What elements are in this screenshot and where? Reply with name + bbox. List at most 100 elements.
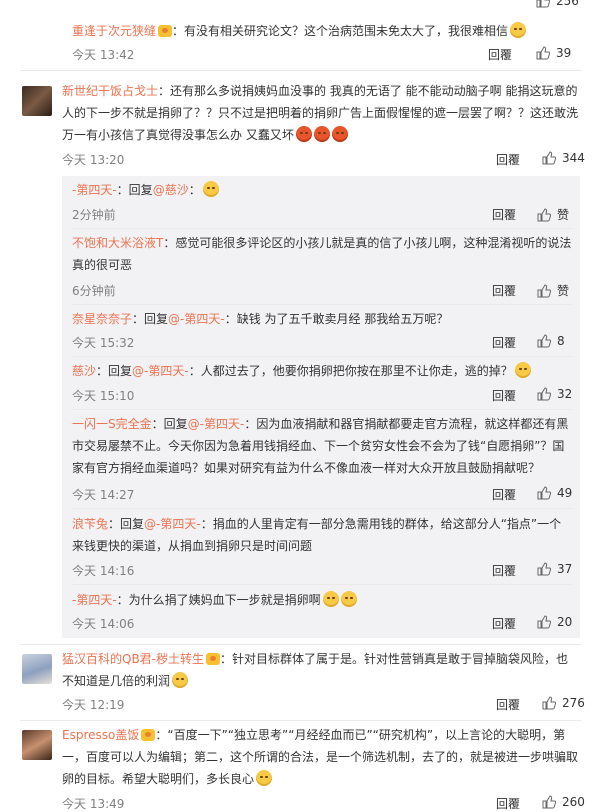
sub-reply-1: -第四天-：回复@慈沙：	[72, 179, 572, 201]
divider	[20, 70, 582, 71]
angry-emoji-icon	[313, 126, 330, 142]
thumbs-up-icon	[542, 696, 556, 710]
sub-reply-author[interactable]: 浪苄兔	[72, 517, 108, 531]
comment-time: 今天 13:20	[62, 153, 125, 167]
comment-3: 猛汉百科的QB君-秽土转生 ：针对目标群体了属于是。针对性营销真是敢于冒掉脑袋风险…	[62, 648, 580, 692]
sub-reply-author[interactable]: 不饱和大米浴液T	[72, 236, 163, 250]
like-button[interactable]: 赞	[537, 282, 569, 299]
sub-reply-time: 今天 15:32	[72, 336, 135, 350]
comment-2: 新世纪干饭占戈士：还有那么多说捐姨妈血没事的 我真的无语了 能不能动动脑子啊 能…	[62, 80, 584, 146]
avatar[interactable]	[22, 86, 52, 116]
emoji-icon	[510, 22, 527, 38]
vip-badge-icon	[158, 25, 173, 37]
like-button[interactable]: 赞	[537, 206, 569, 223]
sub-reply-time: 6分钟前	[72, 284, 116, 298]
sub-reply-4: 慈沙：回复@-第四天-：人都过去了，他要你捐卵把你按在那里不让你走，逃的掉？	[72, 360, 572, 382]
comment-text: ：有没有相关研究论文？这个治病范围未免太大了，我很难相信	[172, 24, 509, 38]
like-button[interactable]: 8	[537, 334, 565, 348]
thumbs-up-icon	[542, 151, 556, 165]
divider	[20, 644, 582, 645]
mention-link[interactable]: @-第四天-	[144, 517, 201, 531]
thumbs-up-icon	[537, 486, 551, 500]
like-button[interactable]: 276	[542, 696, 585, 710]
like-button[interactable]: 344	[542, 151, 585, 165]
reply-button[interactable]: 回覆	[492, 334, 516, 351]
comment-time: 今天 13:49	[62, 797, 125, 811]
avatar[interactable]	[22, 654, 52, 684]
comment-time: 今天 13:42	[72, 48, 135, 62]
thumbs-up-icon	[537, 387, 551, 401]
divider	[72, 584, 572, 585]
emoji-icon	[340, 591, 357, 607]
emoji-icon	[256, 770, 273, 786]
comment-4: Espresso盖饭 ：“百度一下”“独立思考”“月经经血而已”“研究机构”，以上…	[62, 724, 580, 790]
divider	[72, 356, 572, 357]
sub-reply-3: 奈星奈奈子：回复@-第四天-：缺钱 为了五千敢卖月经 那我给五万呢？	[72, 312, 449, 326]
like-button[interactable]: 49	[537, 486, 572, 500]
divider	[72, 409, 572, 410]
reply-button[interactable]: 回覆	[492, 206, 516, 223]
angry-emoji-icon	[331, 126, 348, 142]
sub-reply-time: 2分钟前	[72, 208, 116, 222]
sub-reply-author[interactable]: 慈沙	[72, 364, 96, 378]
sub-reply-author[interactable]: -第四天-	[72, 593, 117, 607]
sub-reply-author[interactable]: -第四天-	[72, 183, 117, 197]
sub-reply-time: 今天 14:06	[72, 617, 135, 631]
comment-text: ：“百度一下”“独立思考”“月经经血而已”“研究机构”，以上言论的大聪明，第一，…	[62, 728, 579, 786]
divider	[72, 508, 572, 509]
mention-link[interactable]: @-第四天-	[188, 417, 245, 431]
divider	[20, 720, 582, 721]
thumbs-up-icon	[537, 283, 551, 297]
emoji-icon	[514, 362, 531, 378]
sub-reply-author[interactable]: 一闪一S完全金	[72, 417, 152, 431]
reply-button[interactable]: 回覆	[492, 486, 516, 503]
mention-link[interactable]: @慈沙	[153, 183, 189, 197]
emoji-icon	[322, 591, 339, 607]
thumbs-up-icon	[542, 795, 556, 809]
emoji-icon	[202, 181, 219, 197]
reply-button[interactable]: 回覆	[488, 46, 512, 63]
mention-link[interactable]: @-第四天-	[168, 312, 225, 326]
sub-reply-time: 今天 14:16	[72, 564, 135, 578]
thumbs-up-icon	[536, 46, 550, 60]
vip-badge-icon	[206, 653, 221, 665]
reply-button[interactable]: 回覆	[492, 562, 516, 579]
like-button[interactable]: 260	[542, 795, 585, 809]
thumbs-up-icon	[536, 0, 550, 8]
thumbs-up-icon	[537, 207, 551, 221]
like-count-top[interactable]: 256	[536, 0, 579, 8]
sub-reply-time: 今天 14:27	[72, 488, 135, 502]
comment-1: 重逢于次元狭缝 ：有没有相关研究论文？这个治病范围未免太大了，我很难相信	[72, 20, 572, 42]
reply-button[interactable]: 回覆	[496, 151, 520, 168]
reply-button[interactable]: 回覆	[496, 696, 520, 713]
like-button[interactable]: 20	[537, 615, 572, 629]
thumbs-up-icon	[537, 615, 551, 629]
divider	[72, 228, 572, 229]
sub-reply-author[interactable]: 奈星奈奈子	[72, 312, 132, 326]
avatar[interactable]	[22, 730, 52, 760]
mention-link[interactable]: @-第四天-	[132, 364, 189, 378]
comment-author[interactable]: 重逢于次元狭缝	[72, 24, 156, 38]
reply-button[interactable]: 回覆	[492, 615, 516, 632]
divider	[72, 304, 572, 305]
comment-author[interactable]: Espresso盖饭	[62, 728, 139, 742]
thumbs-up-icon	[537, 334, 551, 348]
comment-time: 今天 12:19	[62, 698, 125, 712]
sub-reply-5: 一闪一S完全金：回复@-第四天-：因为血液捐献和器官捐献都要走官方流程，就这样都…	[72, 417, 569, 475]
sub-reply-2: 不饱和大米浴液T：感觉可能很多评论区的小孩儿就是真的信了小孩儿啊，这种混淆视听的…	[72, 236, 572, 272]
like-button[interactable]: 39	[536, 46, 571, 60]
like-button[interactable]: 37	[537, 562, 572, 576]
comment-author[interactable]: 猛汉百科的QB君-秽土转生	[62, 652, 204, 666]
reply-button[interactable]: 回覆	[496, 795, 520, 812]
like-button[interactable]: 32	[537, 387, 572, 401]
comment-author[interactable]: 新世纪干饭占戈士	[62, 84, 158, 98]
sub-reply-6: 浪苄兔：回复@-第四天-：捐血的人里肯定有一部分急需用钱的群体，给这部分人“指点…	[72, 517, 562, 553]
sub-reply-7: -第四天-：为什么捐了姨妈血下一步就是捐卵啊	[72, 589, 572, 611]
reply-button[interactable]: 回覆	[492, 282, 516, 299]
vip-badge-icon	[141, 729, 156, 741]
angry-emoji-icon	[295, 126, 312, 142]
sub-reply-time: 今天 15:10	[72, 389, 135, 403]
emoji-icon	[172, 672, 189, 688]
thumbs-up-icon	[537, 562, 551, 576]
reply-button[interactable]: 回覆	[492, 387, 516, 404]
